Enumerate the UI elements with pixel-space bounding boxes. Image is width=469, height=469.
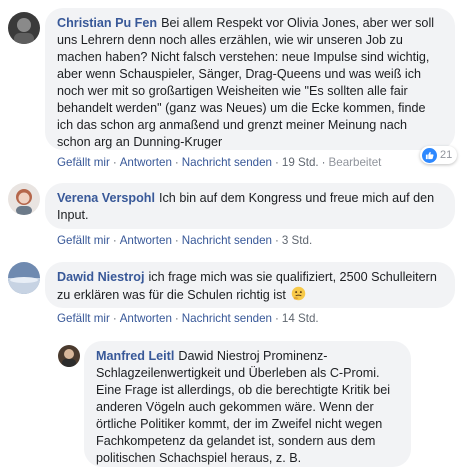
like-link[interactable]: Gefällt mir: [57, 234, 110, 247]
reply-link[interactable]: Antworten: [120, 156, 172, 169]
separator: ·: [112, 312, 117, 325]
comment-actions: Gefällt mir · Antworten · Nachricht senden · 1…: [57, 156, 381, 169]
separator: ·: [275, 234, 279, 247]
timestamp[interactable]: 19 Std.: [282, 156, 319, 169]
avatar[interactable]: [8, 262, 40, 294]
reply-author[interactable]: Manfred Leitl: [96, 349, 174, 363]
separator: ·: [275, 312, 279, 325]
comment-author[interactable]: Dawid Niestroj: [57, 270, 144, 284]
separator: ·: [112, 234, 117, 247]
reply-link[interactable]: Antworten: [120, 312, 172, 325]
reaction-count: 21: [440, 149, 453, 161]
avatar[interactable]: [58, 345, 80, 367]
avatar[interactable]: [8, 12, 40, 44]
send-message-link[interactable]: Nachricht senden: [182, 234, 272, 247]
thinking-face-emoji: [291, 286, 306, 301]
separator: ·: [174, 312, 179, 325]
separator: ·: [112, 156, 117, 169]
like-link[interactable]: Gefällt mir: [57, 312, 110, 325]
timestamp[interactable]: 14 Std.: [282, 312, 319, 325]
reply-bubble: Manfred Leitl Dawid Niestroj Prominenz-Sc…: [84, 341, 411, 467]
separator: ·: [275, 156, 279, 169]
separator: ·: [174, 156, 179, 169]
comment-bubble: Verena Verspohl Ich bin auf dem Kongress …: [45, 183, 455, 229]
reaction-summary[interactable]: 21: [420, 146, 458, 164]
separator: ·: [174, 234, 179, 247]
avatar[interactable]: [8, 183, 40, 215]
comment-author[interactable]: Verena Verspohl: [57, 191, 155, 205]
like-link[interactable]: Gefällt mir: [57, 156, 110, 169]
edited-label[interactable]: Bearbeitet: [329, 156, 382, 169]
separator: ·: [321, 156, 326, 169]
reply-link[interactable]: Antworten: [120, 234, 172, 247]
comment-bubble: Dawid Niestroj ich frage mich was sie qua…: [45, 262, 455, 308]
comment-actions: Gefällt mir · Antworten · Nachricht senden · 3…: [57, 234, 312, 247]
comment-text: Bei allem Respekt vor Olivia Jones, aber…: [57, 16, 435, 149]
timestamp[interactable]: 3 Std.: [282, 234, 312, 247]
send-message-link[interactable]: Nachricht senden: [182, 312, 272, 325]
like-icon: [422, 147, 437, 163]
send-message-link[interactable]: Nachricht senden: [182, 156, 272, 169]
comment-actions: Gefällt mir · Antworten · Nachricht senden · 1…: [57, 312, 319, 325]
reply-text: Dawid Niestroj Prominenz-Schlagzeilenwer…: [96, 349, 391, 465]
comment-bubble: Christian Pu Fen Bei allem Respekt vor Ol…: [45, 8, 455, 150]
comment-author[interactable]: Christian Pu Fen: [57, 16, 157, 30]
